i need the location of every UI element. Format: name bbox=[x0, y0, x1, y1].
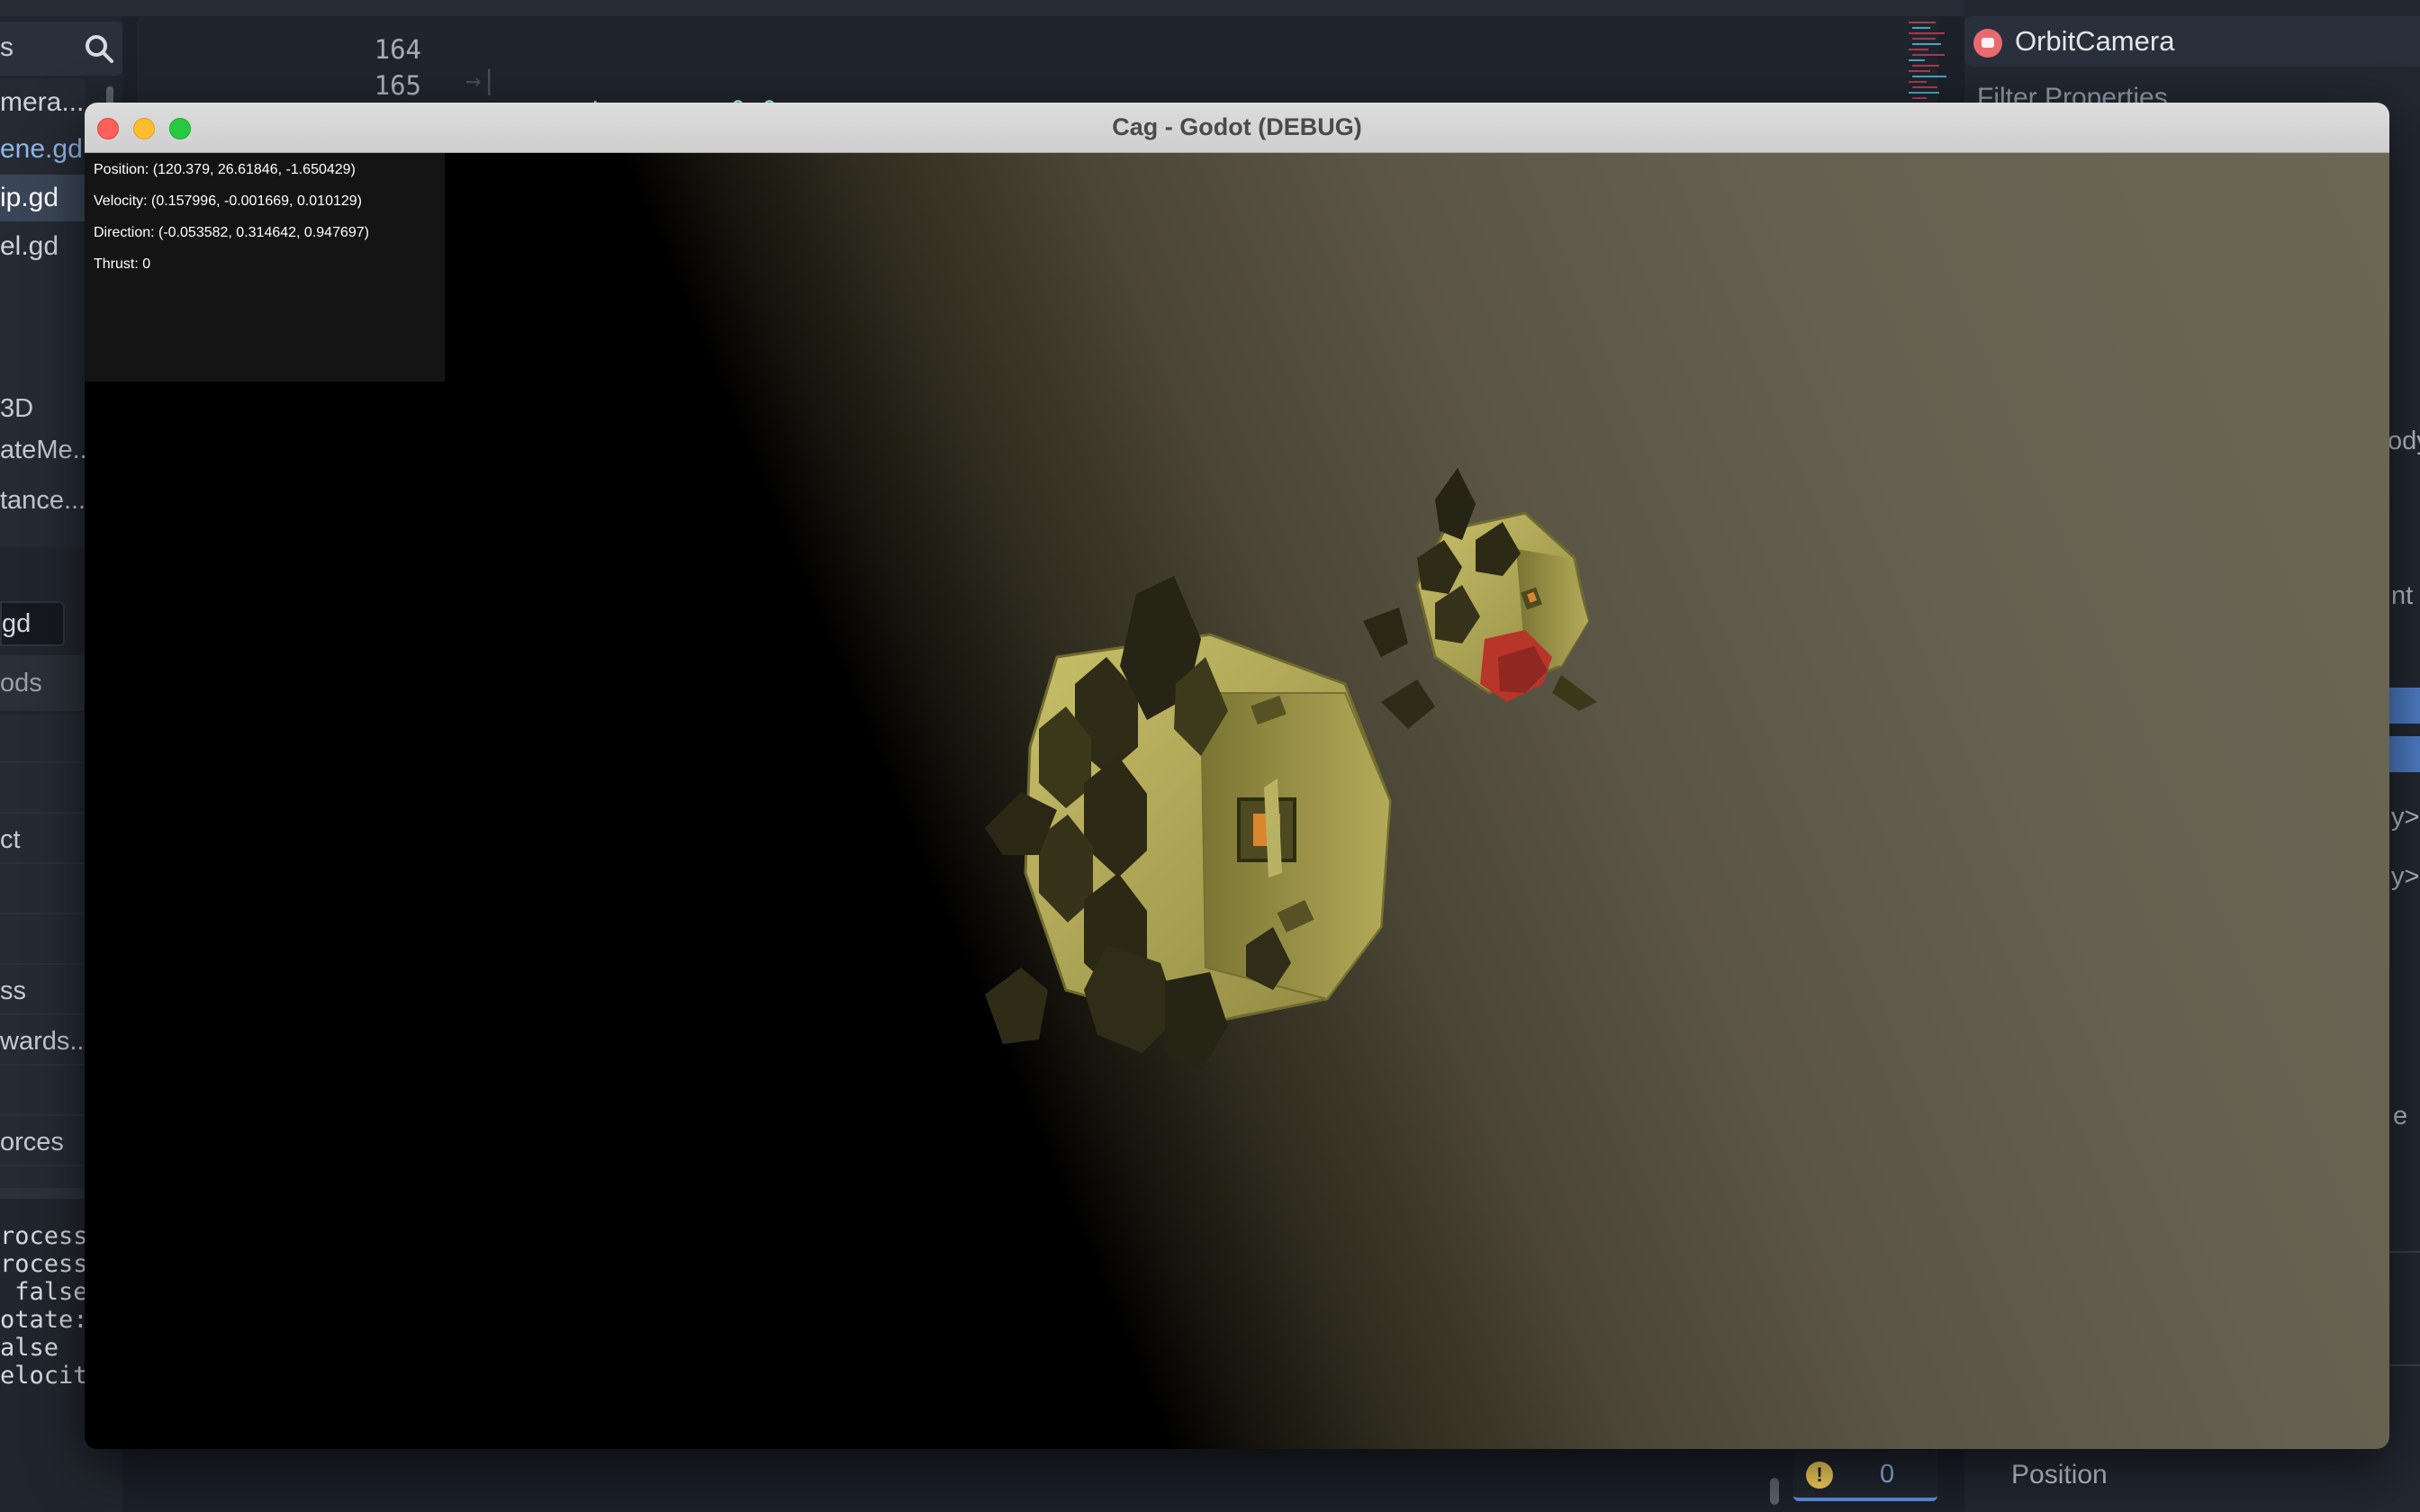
inspector-node-header[interactable]: OrbitCamera bbox=[1964, 16, 2420, 67]
hud-direction: Direction: (-0.053582, 0.314642, 0.94769… bbox=[94, 225, 369, 240]
ship-small bbox=[1363, 468, 1597, 729]
inspector-label: y> bbox=[2391, 803, 2420, 832]
member-item[interactable]: tance... bbox=[0, 486, 86, 516]
methods-header: ods bbox=[0, 655, 86, 711]
methods-filter-field[interactable]: gd bbox=[0, 601, 65, 646]
inspector-divider bbox=[2388, 1364, 2420, 1366]
method-row[interactable]: ct bbox=[0, 815, 86, 864]
inspector-label: nt bbox=[2391, 581, 2414, 610]
hud-velocity: Velocity: (0.157996, -0.001669, 0.010129… bbox=[94, 194, 362, 209]
member-item[interactable]: 3D bbox=[0, 394, 86, 424]
debug-hud: Position: (120.379, 26.61846, -1.650429)… bbox=[85, 153, 445, 382]
method-row[interactable]: ss bbox=[0, 967, 86, 1015]
member-item[interactable]: ateMe... bbox=[0, 436, 86, 465]
output-log: rocess rocess false otate: alse elocity bbox=[0, 1222, 86, 1390]
inspector-divider bbox=[2388, 1251, 2420, 1253]
script-filter-text: s bbox=[0, 32, 14, 62]
search-icon[interactable] bbox=[83, 32, 115, 65]
warning-icon: ! bbox=[1806, 1462, 1833, 1489]
script-file-item-selected[interactable]: ip.gd bbox=[0, 175, 86, 221]
output-divider[interactable] bbox=[0, 1188, 86, 1199]
camera-icon bbox=[1973, 29, 2002, 58]
warning-count: 0 bbox=[1880, 1460, 1895, 1489]
code-line: 165 →| var angular_direction bbox=[137, 40, 1757, 162]
methods-list: ct ss wards... orces bbox=[0, 715, 86, 1192]
method-row[interactable]: orces bbox=[0, 1118, 86, 1166]
ship-large bbox=[985, 576, 1392, 1071]
code-minimap[interactable] bbox=[1909, 16, 1972, 106]
script-file-item[interactable]: el.gd bbox=[0, 223, 86, 270]
method-row[interactable] bbox=[0, 1067, 86, 1116]
code-line: 164 →| var torque = 0.0 bbox=[137, 4, 1757, 126]
inspector-label: e bbox=[2393, 1102, 2408, 1130]
inspector-node-name: OrbitCamera bbox=[2015, 25, 2175, 57]
script-filter-field[interactable]: s bbox=[0, 22, 122, 76]
warnings-button[interactable]: ! 0 bbox=[1793, 1451, 1937, 1501]
script-file-item[interactable]: ene.gd bbox=[0, 126, 86, 173]
hud-thrust: Thrust: 0 bbox=[94, 256, 151, 272]
inspector-value-block[interactable] bbox=[2389, 736, 2420, 772]
script-file-list: mera.... ene.gd ip.gd el.gd 3D ateMe... … bbox=[0, 79, 86, 547]
horizontal-scrollbar[interactable] bbox=[1770, 1478, 1779, 1505]
method-row[interactable]: wards... bbox=[0, 1017, 86, 1066]
inspector-label: ody bbox=[2388, 427, 2420, 455]
window-titlebar[interactable]: Cag - Godot (DEBUG) bbox=[85, 103, 2389, 153]
game-window: Cag - Godot (DEBUG) Position: (120.379, … bbox=[85, 103, 2389, 1449]
position-property-label[interactable]: Position bbox=[2011, 1460, 2108, 1490]
method-row[interactable] bbox=[0, 866, 86, 914]
method-row[interactable] bbox=[0, 765, 86, 814]
inspector-value-block[interactable] bbox=[2389, 688, 2420, 724]
game-viewport[interactable]: Position: (120.379, 26.61846, -1.650429)… bbox=[85, 153, 2389, 1449]
window-title: Cag - Godot (DEBUG) bbox=[1112, 113, 1362, 140]
editor-status-bar bbox=[137, 1438, 1933, 1512]
method-row[interactable] bbox=[0, 916, 86, 965]
method-row[interactable] bbox=[0, 715, 86, 763]
script-file-item[interactable]: mera.... bbox=[0, 79, 86, 126]
hud-position: Position: (120.379, 26.61846, -1.650429) bbox=[94, 162, 356, 177]
inspector-label: y> bbox=[2391, 862, 2420, 891]
